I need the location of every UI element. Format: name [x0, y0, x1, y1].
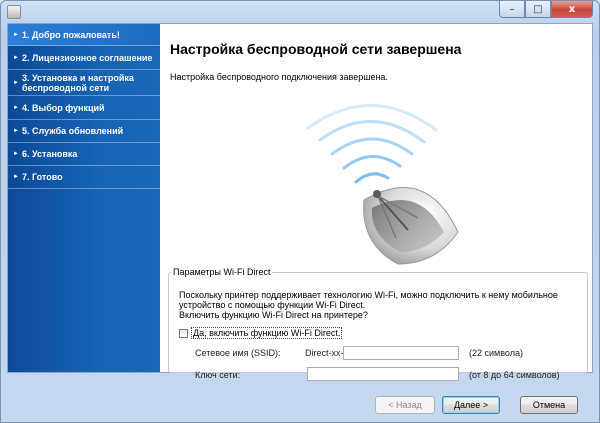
- wifi-direct-group: Параметры Wi-Fi Direct Поскольку принтер…: [168, 267, 588, 381]
- bullet-arrow-icon: ►: [13, 54, 19, 61]
- enable-wifi-direct-row[interactable]: Да, включить функцию Wi-Fi Direct.: [179, 327, 343, 339]
- sidebar-step-features: ► 4. Выбор функций: [8, 96, 160, 120]
- installer-window: – □ x ► 1. Добро пожаловать! ► 2. Лиценз…: [0, 0, 600, 423]
- app-icon[interactable]: [7, 5, 21, 19]
- sidebar-step-label: 7. Готово: [22, 172, 63, 182]
- sidebar-step-license: ► 2. Лицензионное соглашение: [8, 46, 160, 70]
- bullet-arrow-icon: ►: [13, 79, 19, 86]
- next-button[interactable]: Далее >: [442, 396, 500, 414]
- sidebar-step-welcome: ► 1. Добро пожаловать!: [8, 24, 160, 46]
- bullet-arrow-icon: ►: [13, 174, 19, 180]
- ssid-label: Сетевое имя (SSID):: [195, 348, 281, 358]
- back-button[interactable]: < Назад: [375, 396, 435, 414]
- bullet-arrow-icon: ►: [13, 128, 19, 134]
- sidebar-step-label: 3. Установка и настройка беспроводной се…: [22, 72, 134, 93]
- description-line: Поскольку принтер поддерживает технологи…: [179, 290, 558, 300]
- wizard-footer: < Назад Далее > Отмена: [1, 374, 599, 422]
- title-bar[interactable]: – □ x: [1, 1, 599, 23]
- bullet-arrow-icon: ►: [13, 104, 19, 111]
- sidebar-step-label: 2. Лицензионное соглашение: [22, 52, 153, 63]
- description-line: Включить функцию Wi-Fi Direct на принтер…: [179, 310, 368, 320]
- main-panel: Настройка беспроводной сети завершена На…: [160, 24, 592, 381]
- sidebar-step-install: ► 6. Установка: [8, 143, 160, 166]
- maximize-button[interactable]: □: [525, 1, 551, 18]
- ssid-hint: (22 символа): [469, 348, 523, 358]
- bullet-arrow-icon: ►: [13, 151, 19, 157]
- enable-wifi-direct-checkbox[interactable]: [179, 328, 188, 338]
- wizard-content: ► 1. Добро пожаловать! ► 2. Лицензионное…: [7, 23, 593, 381]
- enable-wifi-direct-label[interactable]: Да, включить функцию Wi-Fi Direct.: [191, 327, 343, 339]
- sidebar-step-wireless-setup: ► 3. Установка и настройка беспроводной …: [8, 70, 160, 96]
- page-title: Настройка беспроводной сети завершена: [170, 41, 462, 57]
- wireless-satellite-dish-icon: [306, 104, 459, 265]
- cancel-button[interactable]: Отмена: [520, 396, 578, 414]
- ssid-prefix: Direct-xx-: [305, 348, 344, 358]
- bullet-arrow-icon: ►: [13, 31, 19, 38]
- minimize-button[interactable]: –: [499, 1, 525, 18]
- sidebar-step-label: 5. Служба обновлений: [22, 126, 124, 136]
- wifi-direct-legend: Параметры Wi-Fi Direct: [173, 267, 271, 277]
- window-controls: – □ x: [499, 1, 593, 18]
- close-button[interactable]: x: [551, 1, 593, 18]
- sidebar-step-label: 1. Добро пожаловать!: [22, 29, 120, 40]
- ssid-input[interactable]: [343, 346, 459, 360]
- sidebar-step-update-service: ► 5. Служба обновлений: [8, 120, 160, 143]
- description-line: устройство с помощью функции Wi-Fi Direc…: [179, 300, 366, 310]
- steps-sidebar: ► 1. Добро пожаловать! ► 2. Лицензионное…: [8, 24, 160, 372]
- sidebar-step-finish: ► 7. Готово: [8, 166, 160, 189]
- wifi-direct-description: Поскольку принтер поддерживает технологи…: [179, 290, 579, 320]
- sidebar-step-label: 6. Установка: [22, 149, 78, 159]
- page-subtitle: Настройка беспроводного подключения заве…: [170, 72, 388, 82]
- sidebar-step-label: 4. Выбор функций: [22, 102, 105, 113]
